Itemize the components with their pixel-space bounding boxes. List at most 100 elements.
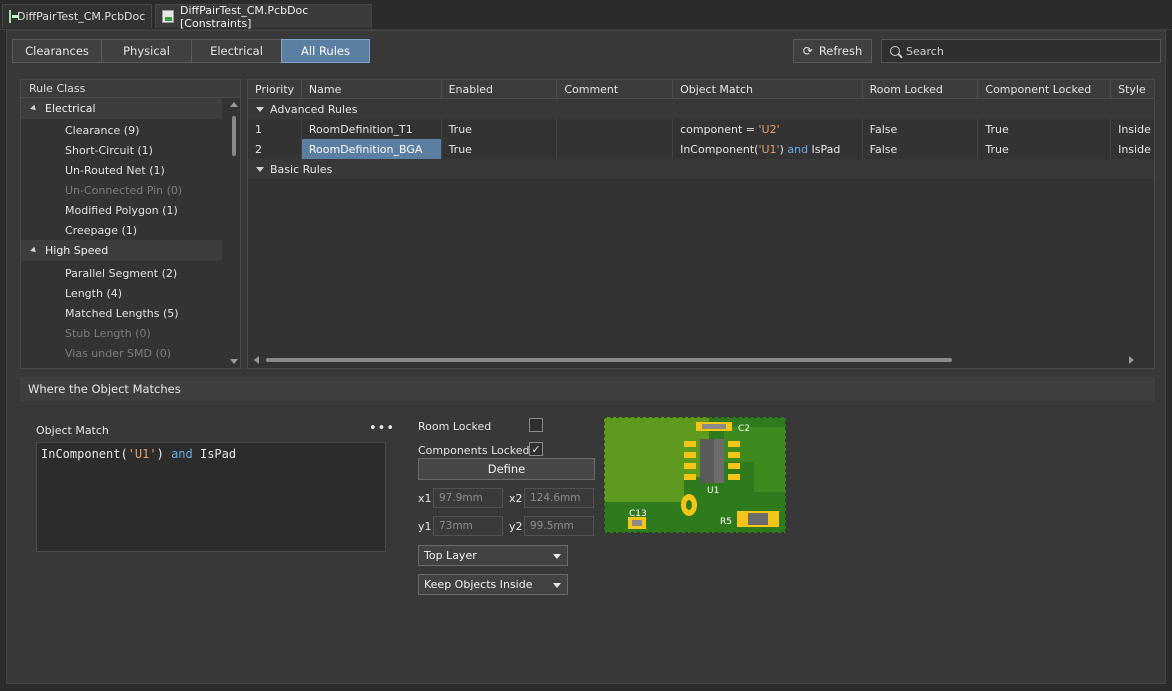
y2-field[interactable]: 99.5mm — [524, 516, 594, 536]
x2-label: x2 — [509, 492, 523, 505]
doc-tab-constraints[interactable]: DiffPairTest_CM.PcbDoc [Constraints] — [155, 3, 372, 30]
confinement-dropdown[interactable]: Keep Objects Inside — [418, 574, 568, 595]
rule-group-label: High Speed — [45, 244, 109, 257]
column-header-room-locked[interactable]: Room Locked — [863, 80, 979, 99]
column-header-enabled[interactable]: Enabled — [442, 80, 558, 99]
rule-class-scrollbar[interactable] — [230, 102, 238, 364]
layer-value: Top Layer — [424, 549, 477, 562]
cell-name-selected[interactable]: RoomDefinition_BGA — [301, 139, 442, 159]
rule-item-modified-polygon[interactable]: Modified Polygon (1) — [21, 200, 240, 220]
match-token: InComponent( — [680, 142, 759, 156]
rule-item-matched-lengths[interactable]: Matched Lengths (5) — [21, 303, 240, 323]
column-header-component-locked[interactable]: Component Locked — [978, 80, 1112, 99]
scroll-left-icon[interactable] — [254, 356, 259, 364]
search-box[interactable] — [881, 39, 1161, 63]
collapse-arrow-icon[interactable] — [30, 104, 38, 113]
rule-item-un-routed-net[interactable]: Un-Routed Net (1) — [21, 160, 240, 180]
group-label: Basic Rules — [270, 162, 333, 176]
define-button[interactable]: Define — [418, 458, 595, 480]
column-header-name[interactable]: Name — [302, 80, 442, 99]
cell-name[interactable]: RoomDefinition_T1 — [302, 119, 442, 139]
column-header-style[interactable]: Style — [1111, 80, 1154, 99]
scroll-up-icon[interactable] — [230, 102, 238, 107]
y1-field[interactable]: 73mm — [433, 516, 503, 536]
search-input[interactable] — [906, 44, 1146, 58]
match-token: IsPad — [192, 447, 237, 461]
cell-priority: 2 — [248, 139, 302, 159]
doc-tab-label: DiffPairTest_CM.PcbDoc — [17, 10, 146, 23]
preview-label-c2: C2 — [738, 424, 750, 434]
match-token: IsPad — [808, 142, 841, 156]
cell-comment[interactable] — [557, 139, 674, 159]
match-token: 'U1' — [127, 447, 157, 461]
object-match-editor[interactable]: InComponent('U1') and IsPad — [36, 442, 386, 552]
rule-item-stub-length[interactable]: Stub Length (0) — [21, 323, 240, 343]
rules-grid: Priority Name Enabled Comment Object Mat… — [247, 79, 1155, 369]
grid-horizontal-scrollbar[interactable] — [254, 356, 1134, 364]
layer-dropdown[interactable]: Top Layer — [418, 545, 568, 566]
collapse-arrow-icon[interactable] — [256, 166, 264, 172]
scroll-right-icon[interactable] — [1129, 356, 1134, 364]
group-label: Advanced Rules — [270, 102, 358, 116]
tab-clearances[interactable]: Clearances — [12, 39, 102, 63]
refresh-label: Refresh — [818, 44, 863, 58]
tab-all-rules[interactable]: All Rules — [281, 39, 370, 63]
rule-group-high-speed[interactable]: High Speed — [21, 240, 222, 261]
cell-component-locked[interactable]: True — [978, 119, 1112, 139]
group-row-basic-rules[interactable]: Basic Rules — [248, 159, 1154, 179]
preview-label-r5: R5 — [720, 517, 732, 527]
rule-item-parallel-segment[interactable]: Parallel Segment (2) — [21, 263, 240, 283]
more-options-button[interactable]: ••• — [369, 421, 395, 436]
column-header-priority[interactable]: Priority — [248, 80, 302, 99]
chevron-down-icon — [553, 583, 561, 588]
collapse-arrow-icon[interactable] — [256, 106, 264, 112]
rule-item-creepage[interactable]: Creepage (1) — [21, 220, 240, 240]
grid-header: Priority Name Enabled Comment Object Mat… — [248, 80, 1154, 99]
scroll-down-icon[interactable] — [230, 359, 238, 364]
room-preview-image: C2 U1 C13 R5 — [604, 417, 786, 533]
cell-enabled[interactable]: True — [442, 139, 558, 159]
column-header-comment[interactable]: Comment — [557, 80, 674, 99]
tab-physical[interactable]: Physical — [101, 39, 192, 63]
table-row[interactable]: 1 RoomDefinition_T1 True component = 'U2… — [248, 119, 1154, 139]
cell-object-match[interactable]: component = 'U2' — [673, 119, 863, 139]
rule-class-panel: Rule Class Electrical Clearance (9) Shor… — [20, 79, 241, 369]
scrollbar-thumb[interactable] — [232, 116, 236, 156]
components-locked-checkbox[interactable]: ✓ — [529, 442, 543, 456]
tab-electrical[interactable]: Electrical — [191, 39, 282, 63]
room-locked-checkbox[interactable] — [529, 418, 543, 432]
scrollbar-thumb[interactable] — [266, 358, 952, 362]
cell-object-match[interactable]: InComponent('U1') and IsPad — [673, 139, 863, 159]
match-token: and — [787, 142, 809, 156]
cell-style[interactable]: Inside — [1111, 119, 1154, 139]
preview-label-c13: C13 — [629, 509, 647, 519]
cell-room-locked[interactable]: False — [863, 139, 979, 159]
cell-enabled[interactable]: True — [442, 119, 558, 139]
rule-item-un-connected-pin[interactable]: Un-Connected Pin (0) — [21, 180, 240, 200]
cell-room-locked[interactable]: False — [863, 119, 979, 139]
table-row[interactable]: 2 RoomDefinition_BGA True InComponent('U… — [248, 139, 1154, 159]
rule-item-vias-under-smd[interactable]: Vias under SMD (0) — [21, 343, 240, 363]
components-locked-label: Components Locked — [418, 444, 530, 457]
cell-comment[interactable] — [557, 119, 674, 139]
pcb-document-icon — [9, 10, 19, 23]
group-row-advanced-rules[interactable]: Advanced Rules — [248, 99, 1154, 119]
doc-tab-pcb[interactable]: DiffPairTest_CM.PcbDoc — [2, 4, 152, 28]
collapse-arrow-icon[interactable] — [30, 246, 38, 255]
rule-group-electrical[interactable]: Electrical — [21, 98, 222, 119]
x2-field[interactable]: 124.6mm — [524, 488, 594, 508]
cell-component-locked[interactable]: True — [978, 139, 1112, 159]
rule-item-clearance[interactable]: Clearance (9) — [21, 120, 240, 140]
cell-style[interactable]: Inside — [1111, 139, 1154, 159]
x1-field[interactable]: 97.9mm — [433, 488, 503, 508]
y2-label: y2 — [509, 520, 523, 533]
rule-item-length[interactable]: Length (4) — [21, 283, 240, 303]
refresh-button[interactable]: ⟳ Refresh — [793, 39, 872, 63]
rule-item-short-circuit[interactable]: Short-Circuit (1) — [21, 140, 240, 160]
match-token: 'U2' — [758, 122, 780, 136]
object-match-label: Object Match — [36, 424, 109, 437]
doc-tab-label: DiffPairTest_CM.PcbDoc [Constraints] — [180, 3, 309, 30]
cell-priority: 1 — [248, 119, 302, 139]
search-icon — [890, 46, 900, 56]
column-header-object-match[interactable]: Object Match — [673, 80, 863, 99]
